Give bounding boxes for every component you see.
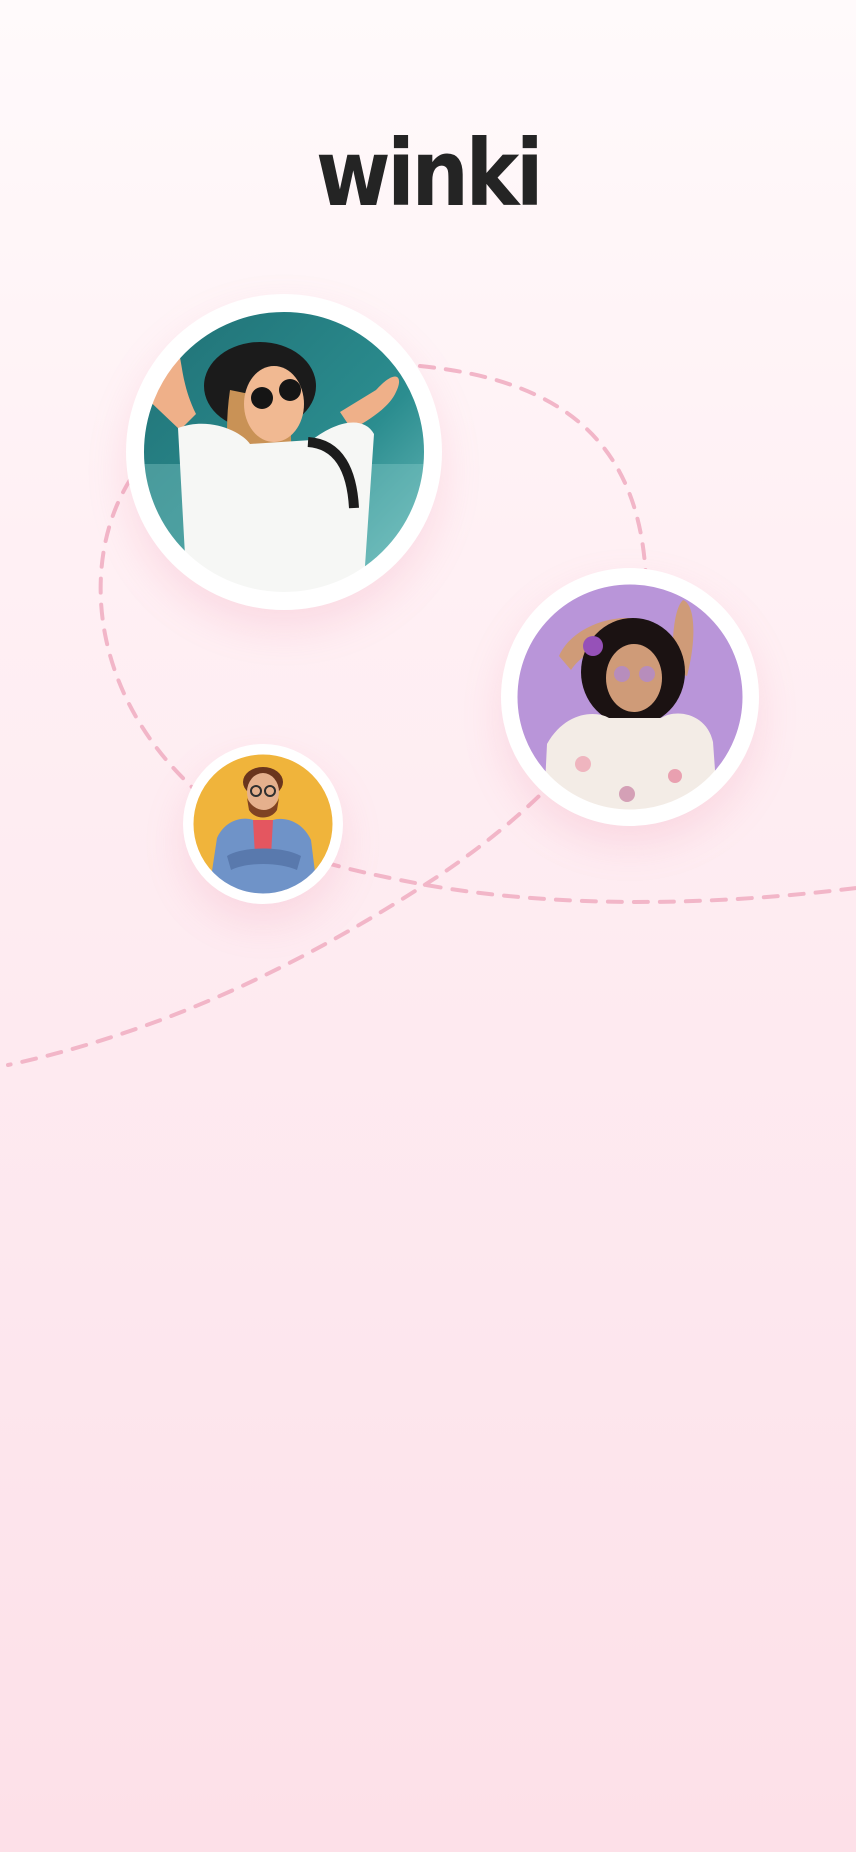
woman-with-curly-hair-photo bbox=[506, 573, 754, 821]
man-in-denim-jacket-photo bbox=[186, 747, 340, 901]
app-logo: winki bbox=[315, 120, 544, 227]
onboarding-screen: winki bbox=[0, 0, 856, 1852]
profile-avatar-woman-curly bbox=[501, 568, 759, 826]
profile-avatar-man-denim bbox=[183, 744, 343, 904]
connector-paths bbox=[6, 364, 856, 1067]
profile-avatar-woman-hat bbox=[126, 294, 442, 610]
woman-with-hat-and-sunglasses-photo bbox=[132, 300, 436, 604]
